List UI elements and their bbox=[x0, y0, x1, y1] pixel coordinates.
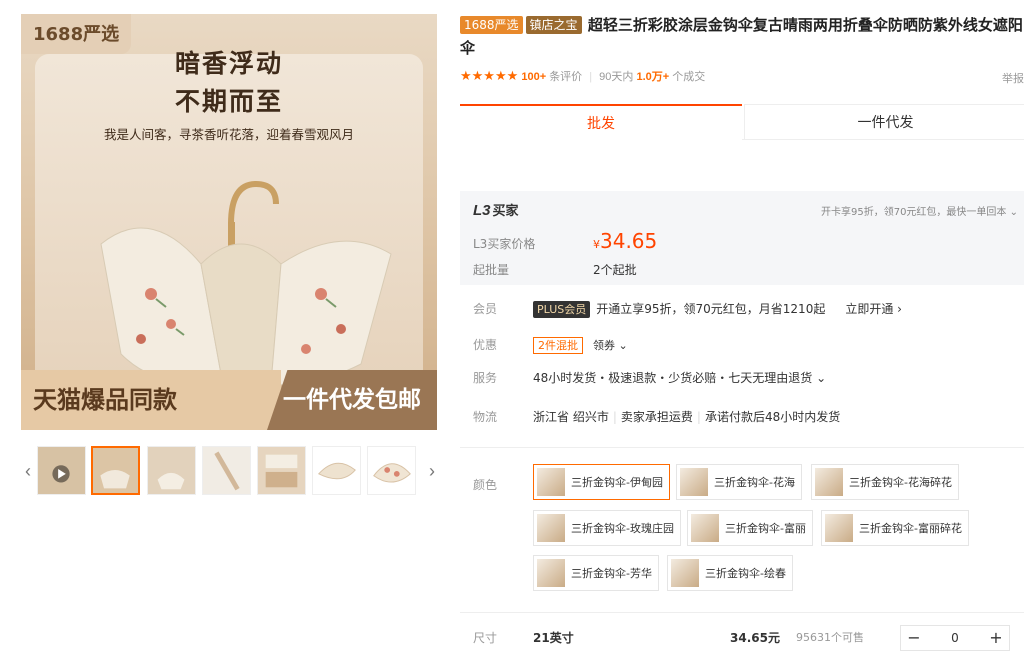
image-headline-2: 不期而至 bbox=[174, 87, 283, 116]
color-option[interactable]: 三折金钩伞-玫瑰庄园 bbox=[533, 510, 681, 546]
thumbnail-video[interactable] bbox=[37, 446, 86, 495]
service-text[interactable]: 48小时发货・极速退款・少货必赔・七天无理由退货 ⌄ bbox=[533, 367, 826, 389]
promo-label: 优惠 bbox=[473, 338, 498, 352]
ship-from: 浙江省 绍兴市 bbox=[533, 410, 609, 424]
review-label[interactable]: 条评价 bbox=[549, 71, 582, 83]
open-membership-link[interactable]: 立即开通 › bbox=[845, 302, 902, 316]
review-count[interactable]: 100+ bbox=[521, 71, 546, 83]
color-option[interactable]: 三折金钩伞-花海碎花 bbox=[811, 464, 959, 500]
price-label: L3买家价格 bbox=[473, 237, 536, 251]
logistics-label: 物流 bbox=[473, 410, 498, 424]
tab-wholesale[interactable]: 批发 bbox=[460, 104, 742, 140]
promo-row: 优惠 2件混批 领券 ⌄ bbox=[460, 334, 1024, 356]
thumbnail-5[interactable] bbox=[257, 446, 306, 495]
service-row: 服务 48小时发货・极速退款・少货必赔・七天无理由退货 ⌄ bbox=[460, 367, 1024, 389]
price-value: ¥34.65 bbox=[593, 229, 658, 253]
main-product-image[interactable]: 1688严选 暗香浮动 不期而至 我是人间客，寻茶香听花落，迎着春雪观风月 天猫… bbox=[21, 14, 437, 430]
image-headline-1: 暗香浮动 bbox=[174, 49, 283, 78]
service-label: 服务 bbox=[473, 371, 498, 385]
size-row: 尺寸 21英寸 34.65元 95631个可售 − 0 + bbox=[460, 625, 1024, 651]
thumb-next-arrow-icon[interactable]: › bbox=[425, 456, 439, 486]
image-banner-left: 天猫爆品同款 bbox=[21, 370, 281, 430]
thumbnail-strip: ‹ › bbox=[21, 446, 439, 498]
color-swatch bbox=[815, 468, 843, 496]
color-swatch bbox=[671, 559, 699, 587]
price-box: L3 买家 开卡享95折，领70元红包，最快一单回本 ⌄ L3买家价格 ¥34.6… bbox=[460, 191, 1024, 285]
size-value: 21英寸 bbox=[533, 631, 574, 645]
thumbnail-4[interactable] bbox=[202, 446, 251, 495]
freight-info: 卖家承担运费 bbox=[620, 410, 693, 424]
image-slogan: 我是人间客，寻茶香听花落，迎着春雪观风月 bbox=[103, 127, 354, 142]
stock-count: 95631个可售 bbox=[796, 631, 864, 644]
buyer-level: L3 买家 bbox=[473, 202, 519, 219]
days-label: 90天内 bbox=[599, 71, 634, 83]
logistics-row: 物流 浙江省 绍兴市 | 卖家承担运费 | 承诺付款后48小时内发货 bbox=[460, 406, 1024, 428]
deal-label: 个成交 bbox=[672, 71, 706, 83]
color-swatch bbox=[537, 559, 565, 587]
moq-value: 2个起批 bbox=[593, 263, 637, 277]
rating-stars-icon: ★★★★★ bbox=[460, 68, 519, 83]
thumbnail-6[interactable] bbox=[312, 446, 361, 495]
increase-quantity-button[interactable]: + bbox=[983, 626, 1009, 650]
color-option[interactable]: 三折金钩伞-富丽碎花 bbox=[821, 510, 969, 546]
purchase-tabs: 批发 一件代发 bbox=[460, 104, 1024, 140]
member-row: 会员 PLUS会员 开通立享95折，领70元红包，月省1210起 立即开通 › bbox=[460, 298, 1024, 320]
color-option[interactable]: 三折金钩伞-芳华 bbox=[533, 555, 659, 591]
color-option[interactable]: 三折金钩伞-富丽 bbox=[687, 510, 813, 546]
color-swatch bbox=[825, 514, 853, 542]
divider bbox=[460, 612, 1024, 613]
mix-batch-badge: 2件混批 bbox=[533, 337, 583, 354]
report-link[interactable]: 举报 bbox=[1002, 70, 1024, 86]
plus-member-badge: PLUS会员 bbox=[533, 301, 591, 318]
color-option[interactable]: 三折金钩伞-绘春 bbox=[667, 555, 793, 591]
product-title-row: 1688严选 镇店之宝 超轻三折彩胶涂层金钩伞复古晴雨两用折叠伞防晒防紫外线女遮阳… bbox=[460, 14, 1024, 60]
thumb-prev-arrow-icon[interactable]: ‹ bbox=[21, 456, 35, 486]
store-treasure-badge: 镇店之宝 bbox=[525, 16, 582, 34]
decrease-quantity-button[interactable]: − bbox=[901, 626, 927, 650]
color-swatch bbox=[680, 468, 708, 496]
ship-promise: 承诺付款后48小时内发货 bbox=[704, 410, 841, 424]
color-swatch bbox=[537, 468, 565, 496]
color-option[interactable]: 三折金钩伞-伊甸园 bbox=[533, 464, 670, 500]
thumbnail-2[interactable] bbox=[91, 446, 140, 495]
size-label: 尺寸 bbox=[473, 631, 498, 645]
size-price: 34.65元 bbox=[730, 631, 780, 645]
color-label: 颜色 bbox=[473, 478, 498, 492]
rating-row: ★★★★★ 100+ 条评价 | 90天内 1.0万+ 个成交 举报 bbox=[460, 68, 1024, 86]
member-label: 会员 bbox=[473, 302, 498, 316]
yanxuan-badge: 1688严选 bbox=[460, 16, 523, 34]
image-banner-right: 一件代发包邮 bbox=[267, 370, 437, 430]
color-swatch bbox=[691, 514, 719, 542]
deal-count: 1.0万+ bbox=[636, 71, 670, 83]
thumbnail-3[interactable] bbox=[147, 446, 196, 495]
umbrella-illustration bbox=[100, 180, 392, 391]
quantity-stepper: − 0 + bbox=[900, 625, 1010, 651]
member-text: 开通立享95折，领70元红包，月省1210起 bbox=[596, 302, 826, 316]
tab-dropship[interactable]: 一件代发 bbox=[744, 104, 1024, 140]
color-option[interactable]: 三折金钩伞-花海 bbox=[676, 464, 802, 500]
color-swatch bbox=[537, 514, 565, 542]
get-coupon-link[interactable]: 领券 ⌄ bbox=[593, 339, 628, 352]
moq-label: 起批量 bbox=[473, 263, 510, 277]
divider bbox=[460, 447, 1024, 448]
thumbnail-7[interactable] bbox=[367, 446, 416, 495]
quantity-input[interactable]: 0 bbox=[927, 626, 983, 650]
member-perk-link[interactable]: 开卡享95折，领70元红包，最快一单回本 ⌄ bbox=[821, 203, 1018, 218]
